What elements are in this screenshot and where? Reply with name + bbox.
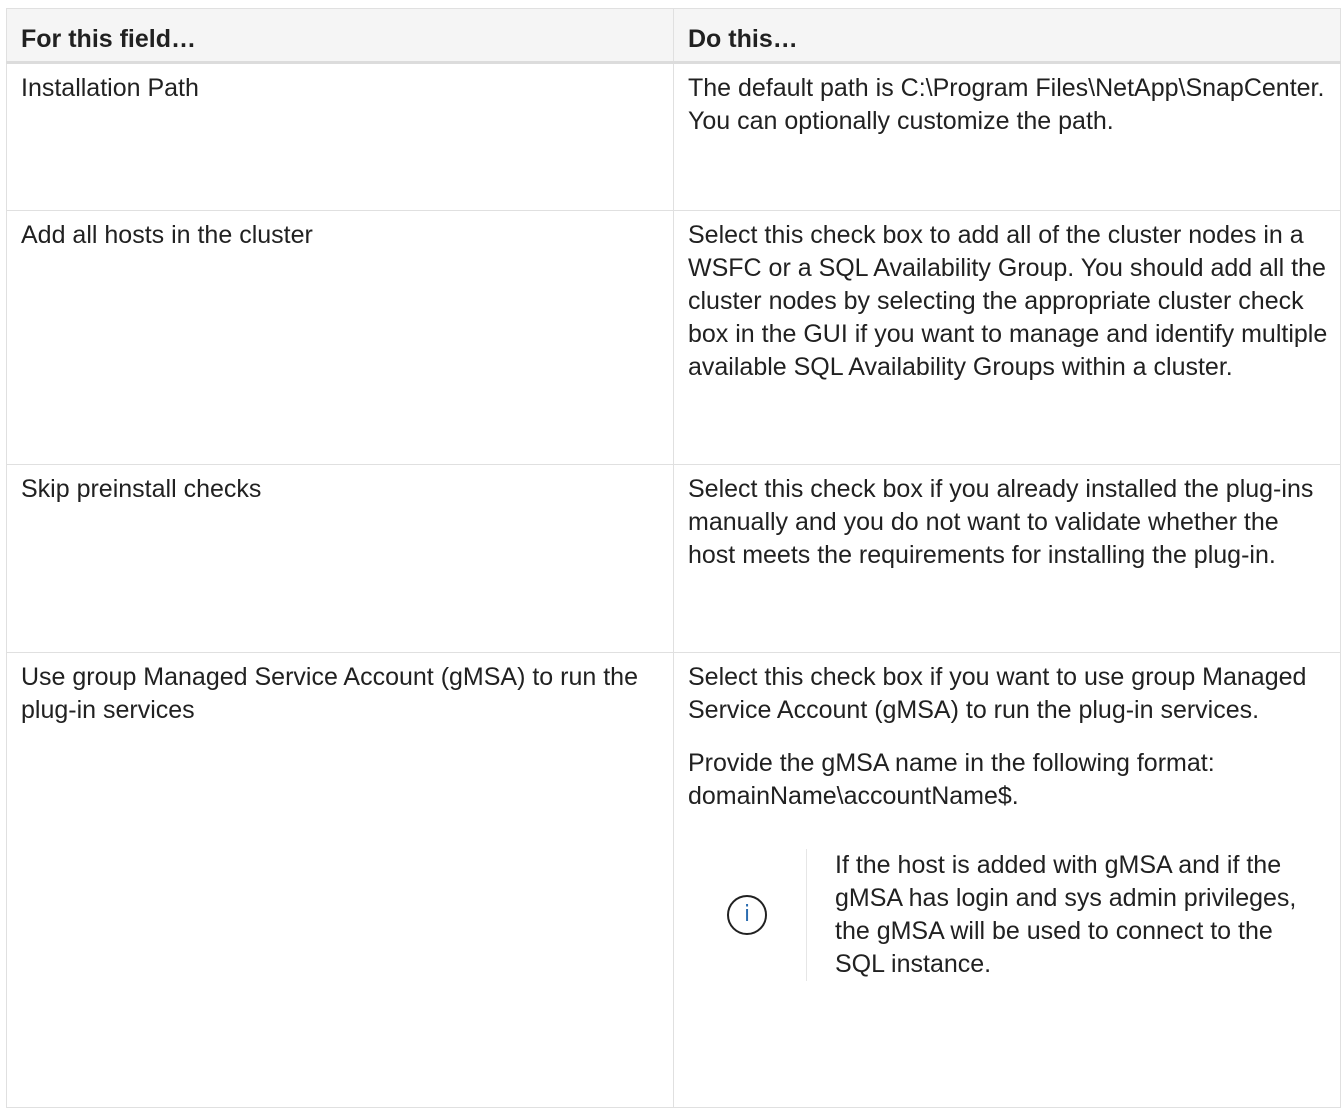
field-instructions-table: For this field… Do this… Installation Pa… [6,8,1341,1108]
note-icon-column: i [688,895,806,935]
note-divider [806,849,807,981]
admonition-note: i If the host is added with gMSA and if … [688,849,1328,981]
table-row: Installation Path The default path is C:… [6,62,1341,211]
action-text: Select this check box to add all of the … [688,221,1328,381]
action-cell: Select this check box to add all of the … [673,210,1341,465]
action-cell: Select this check box if you want to use… [673,652,1341,1108]
column-header-action: Do this… [673,8,1341,64]
table-header: For this field… Do this… [6,8,1341,64]
table-row: Add all hosts in the cluster Select this… [6,210,1341,465]
action-cell: Select this check box if you already ins… [673,464,1341,653]
column-header-field: For this field… [6,8,674,64]
action-text: Provide the gMSA name in the following f… [688,749,1215,810]
field-name-cell: Installation Path [6,62,674,211]
header-row: For this field… Do this… [6,8,1341,64]
action-text: Select this check box if you want to use… [688,663,1307,724]
action-text: The default path is C:\Program Files\Net… [688,74,1325,135]
info-icon: i [727,895,767,935]
field-name-cell: Add all hosts in the cluster [6,210,674,465]
field-name-cell: Use group Managed Service Account (gMSA)… [6,652,674,1108]
action-text: Select this check box if you already ins… [688,475,1314,569]
field-name-cell: Skip preinstall checks [6,464,674,653]
table-row: Skip preinstall checks Select this check… [6,464,1341,653]
action-cell: The default path is C:\Program Files\Net… [673,62,1341,211]
note-text: If the host is added with gMSA and if th… [835,851,1297,978]
table-row: Use group Managed Service Account (gMSA)… [6,652,1341,1108]
